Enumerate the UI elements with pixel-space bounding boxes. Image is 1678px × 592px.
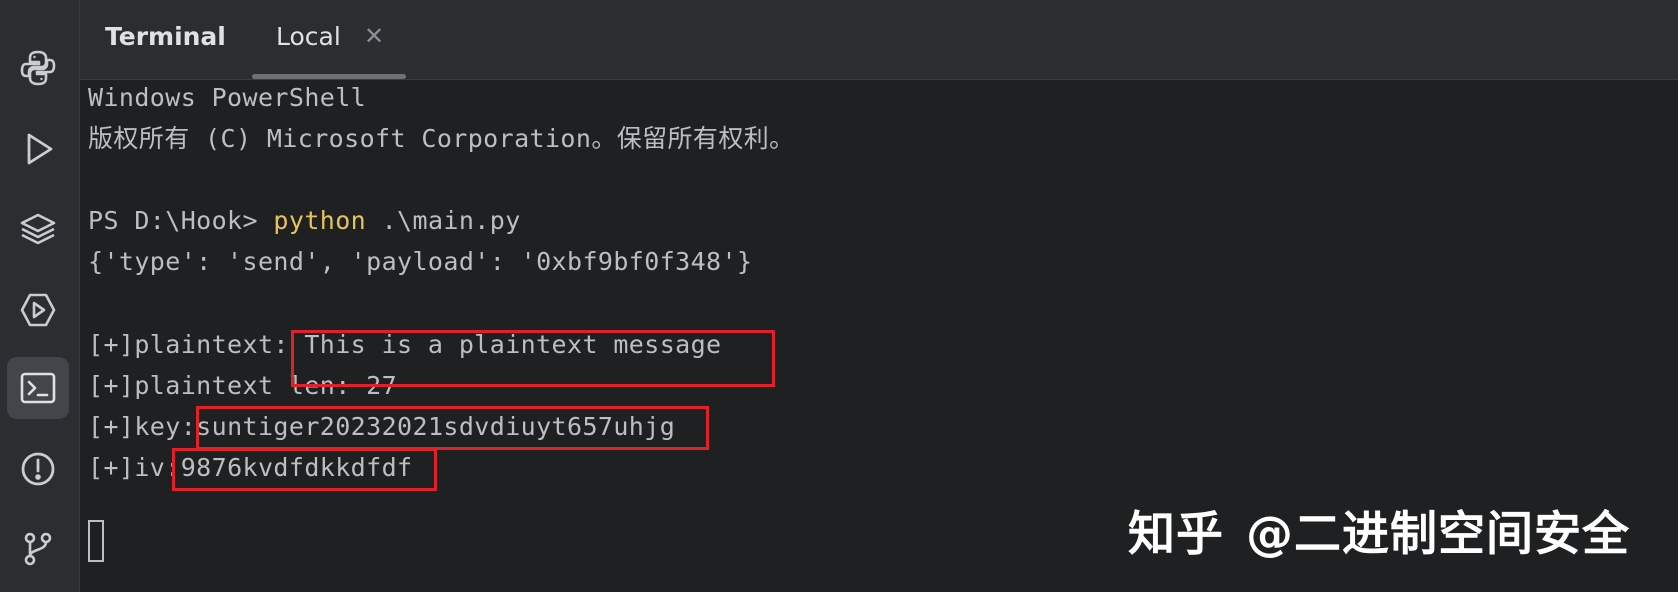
- problems-icon: [21, 452, 55, 486]
- watermark-logo: 知乎: [1128, 507, 1224, 562]
- terminal-button[interactable]: [7, 357, 69, 419]
- command-name: python: [273, 206, 367, 235]
- watermark: 知乎 @二进制空间安全: [1128, 495, 1630, 564]
- key-highlight-box: [196, 406, 709, 450]
- git-button[interactable]: [7, 518, 69, 580]
- close-icon[interactable]: ✕: [364, 22, 384, 50]
- tool-window-title: Terminal: [105, 22, 226, 51]
- python-icon: [20, 50, 56, 86]
- plaintext-label: [+]plaintext:: [88, 330, 289, 359]
- terminal-line: {'type': 'send', 'payload': '0xbf9bf0f34…: [88, 247, 753, 276]
- plaintext-highlight-box: [291, 330, 775, 387]
- terminal-line: PS D:\Hook> python .\main.py: [88, 206, 521, 236]
- layers-icon: [20, 213, 56, 245]
- tool-window-header: Terminal Local ✕: [80, 0, 1678, 80]
- services-button[interactable]: [7, 279, 69, 341]
- ide-window: Terminal Local ✕ Windows PowerShell 版权所有…: [0, 0, 1678, 592]
- terminal-cursor: [88, 520, 104, 562]
- terminal-line: Windows PowerShell: [88, 83, 367, 112]
- run-button[interactable]: [7, 118, 69, 180]
- terminal-icon: [20, 372, 56, 404]
- git-icon: [24, 532, 52, 566]
- tab-local[interactable]: Local ✕: [252, 0, 406, 79]
- problems-button[interactable]: [7, 438, 69, 500]
- python-console-button[interactable]: [7, 37, 69, 99]
- run-icon: [27, 133, 53, 165]
- watermark-handle: @二进制空间安全: [1246, 507, 1630, 562]
- tab-label: Local: [276, 22, 341, 51]
- tool-window-strip: [0, 0, 80, 592]
- shell-prompt: PS D:\Hook>: [88, 206, 274, 235]
- command-args: .\main.py: [366, 206, 521, 235]
- iv-highlight-box: [172, 448, 437, 491]
- services-icon: [20, 293, 56, 327]
- active-tab-indicator: [252, 74, 406, 79]
- key-label: [+]key:: [88, 412, 197, 441]
- iv-label: [+]iv:: [88, 453, 181, 482]
- terminal-line: 版权所有 (C) Microsoft Corporation。保留所有权利。: [88, 124, 795, 153]
- layers-button[interactable]: [7, 198, 69, 260]
